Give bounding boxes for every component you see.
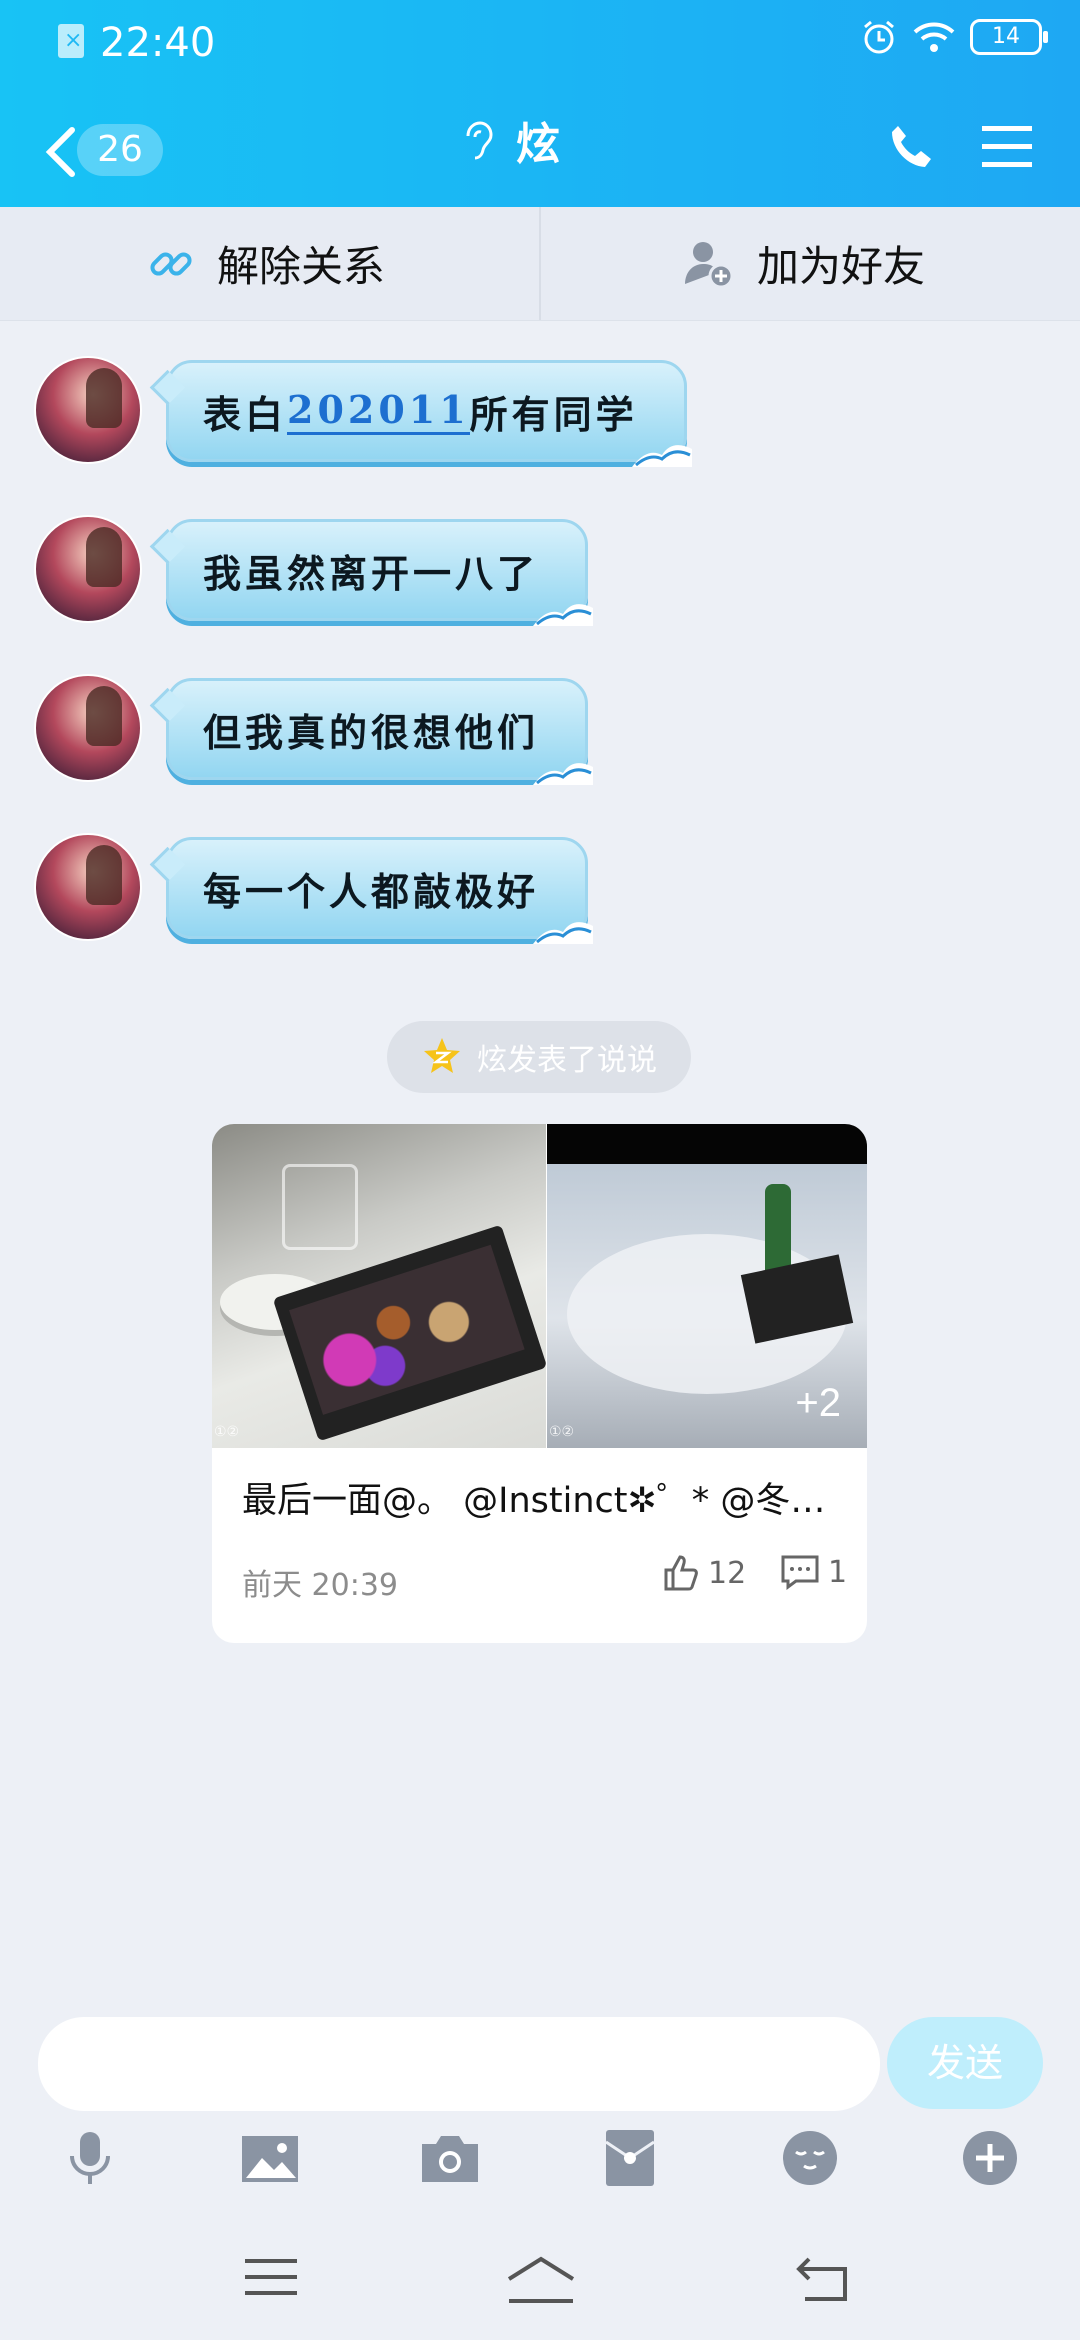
feed-notice[interactable]: 炫发表了说说 bbox=[387, 1021, 691, 1093]
unread-count-badge[interactable]: 26 bbox=[77, 124, 163, 176]
wave-decoration bbox=[631, 445, 692, 467]
redpacket-icon[interactable] bbox=[600, 2128, 660, 2188]
unbind-label: 解除关系 bbox=[217, 242, 386, 291]
avatar[interactable] bbox=[34, 515, 142, 623]
wave-decoration bbox=[533, 604, 594, 626]
post-photo[interactable]: ①② bbox=[212, 1124, 548, 1448]
photo-content bbox=[765, 1184, 791, 1274]
ear-icon bbox=[466, 121, 493, 160]
chat-header: × 22:40 14 26 炫 bbox=[0, 0, 1080, 207]
camera-icon[interactable] bbox=[420, 2128, 480, 2188]
add-friend-button[interactable]: 加为好友 bbox=[683, 207, 925, 320]
like-icon bbox=[664, 1555, 698, 1591]
back-icon[interactable] bbox=[40, 122, 80, 182]
status-icons: 14 bbox=[860, 18, 1048, 56]
nav-menu-icon[interactable] bbox=[245, 2255, 297, 2299]
like-count[interactable]: 12 bbox=[662, 1554, 746, 1592]
message-bubble[interactable]: 但我真的很想他们 bbox=[166, 678, 594, 785]
nav-home-icon[interactable] bbox=[505, 2255, 577, 2305]
system-nav-bar bbox=[0, 2235, 1080, 2340]
comment-count[interactable]: 1 bbox=[780, 1554, 847, 1590]
mic-icon[interactable] bbox=[60, 2128, 120, 2188]
wave-decoration bbox=[533, 763, 594, 785]
message-bubble[interactable]: 每一个人都敲极好 bbox=[166, 837, 594, 944]
avatar[interactable] bbox=[34, 833, 142, 941]
relation-action-bar: 解除关系 加为好友 bbox=[0, 207, 1080, 321]
comment-icon bbox=[781, 1555, 819, 1590]
message-input[interactable] bbox=[38, 2017, 880, 2111]
sim-icon: × bbox=[58, 24, 84, 58]
image-icon[interactable] bbox=[240, 2128, 300, 2188]
phone-icon[interactable] bbox=[888, 122, 936, 170]
photo-content bbox=[272, 1224, 548, 1442]
input-toolbar bbox=[0, 2128, 1080, 2198]
add-friend-label: 加为好友 bbox=[757, 242, 926, 291]
feed-notice-text: 炫发表了说说 bbox=[477, 1043, 657, 1078]
message-bubble[interactable]: 我虽然离开一八了 bbox=[166, 519, 594, 626]
plus-icon[interactable] bbox=[960, 2128, 1020, 2188]
action-divider bbox=[539, 207, 541, 320]
post-photo[interactable]: ①② +2 bbox=[547, 1124, 867, 1448]
menu-icon[interactable] bbox=[982, 124, 1032, 170]
qzone-post-card[interactable]: ①② ①② +2 最后一面@。 @Instinct✲゜* @冬… 前天 20:3… bbox=[212, 1124, 867, 1643]
chat-title[interactable]: 炫 bbox=[460, 108, 560, 172]
avatar[interactable] bbox=[34, 356, 142, 464]
emoji-icon[interactable] bbox=[780, 2128, 840, 2188]
post-time: 前天 20:39 bbox=[242, 1568, 398, 1603]
nav-back-icon[interactable] bbox=[795, 2255, 851, 2303]
qzone-star-icon bbox=[424, 1038, 460, 1073]
message-bubble[interactable]: 表白 202011 所有同学 bbox=[166, 360, 692, 467]
contact-name: 炫 bbox=[516, 119, 560, 170]
link-icon bbox=[150, 251, 192, 276]
number-link[interactable]: 202011 bbox=[287, 387, 470, 435]
status-time: 22:40 bbox=[100, 20, 216, 66]
wifi-icon bbox=[913, 22, 955, 52]
post-text: 最后一面@。 @Instinct✲゜* @冬… bbox=[242, 1481, 826, 1521]
photo-tag: ①② bbox=[214, 1424, 240, 1440]
avatar[interactable] bbox=[34, 674, 142, 782]
alarm-icon bbox=[864, 20, 894, 54]
send-button[interactable]: 发送 bbox=[887, 2017, 1043, 2109]
add-friend-icon bbox=[685, 241, 734, 288]
wave-decoration bbox=[533, 922, 594, 944]
battery-indicator: 14 bbox=[970, 19, 1048, 55]
photo-content bbox=[282, 1164, 358, 1250]
more-photos-count: +2 bbox=[795, 1381, 841, 1425]
unbind-relation-button[interactable]: 解除关系 bbox=[145, 207, 385, 320]
photo-tag: ①② bbox=[549, 1424, 575, 1440]
